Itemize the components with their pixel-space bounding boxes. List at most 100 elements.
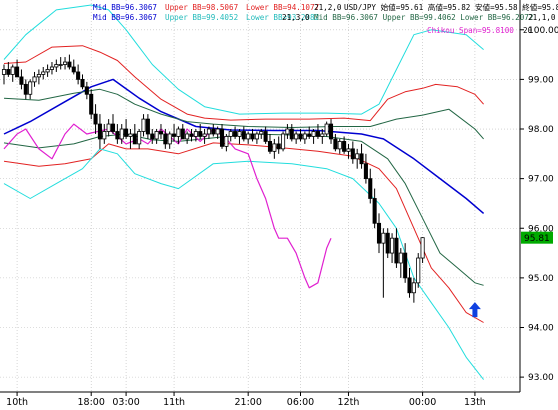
candle-body [54,64,59,68]
candle-body [237,131,242,137]
candle-body [263,131,268,142]
candle-body [80,78,85,88]
candle-body [211,128,216,135]
candle-body [76,71,81,80]
candle-body [71,66,76,73]
candle-body [368,178,373,199]
candle-body [84,86,89,95]
candle-body [49,66,54,70]
candle-body [154,131,159,140]
candle-body [189,133,194,137]
candle-body [254,133,259,140]
candle-body [167,133,172,145]
x-tick-label: 00:00 [409,397,436,408]
candle-body [294,133,299,140]
x-tick-label: 12th [338,397,360,408]
candle-body [36,74,41,78]
legend-upper-bb-2: Upper BB=99.4052 [165,13,238,22]
candle-body [342,141,347,152]
candle-body [23,83,28,95]
candle-body [89,93,94,115]
candle-body [320,133,325,137]
x-tick-label: 10th [6,397,28,408]
candle-body [63,61,68,65]
candle-body [206,128,211,135]
candle-body [390,237,395,254]
candle-body [385,232,390,254]
candle-body [45,69,50,73]
x-tick-label: 18:00 [78,397,105,408]
x-tick-label: 06:00 [287,397,314,408]
candle-body [324,123,329,135]
candle-body [302,133,307,140]
candle-body [372,198,377,224]
candle-body [289,128,294,140]
candle-body [337,141,342,150]
candle-body [363,163,368,180]
candle-body [41,71,46,75]
candle-body [215,128,220,135]
candle-body [1,69,7,75]
candle-body [420,237,425,259]
x-tick-label: 21:00 [234,397,261,408]
candle-body [376,222,382,244]
y-tick-label: 94.00 [528,323,554,333]
candle-body [307,133,312,137]
candle-body [124,128,129,137]
candle-body [276,143,281,150]
candle-body [172,133,177,137]
legend-upper-bb-1: Upper BB=98.5067 [165,3,238,12]
y-tick-label: 100.00 [528,26,558,36]
candle-body [267,141,273,152]
candle-body [128,133,133,137]
candle-body [411,282,416,294]
candle-body [15,66,20,78]
candle-body [359,153,364,165]
y-tick-label: 95.00 [528,274,554,284]
candle-body [137,131,142,145]
candle-body [145,118,150,135]
candle-body [158,131,164,135]
candle-body [180,128,185,140]
legend-quote: USD/JPY 始値=95.61 高値=95.82 安値=95.58 終値=95… [344,2,558,12]
y-tick-label: 93.00 [528,373,554,383]
candle-body [285,128,290,135]
candle-body [32,76,37,83]
candle-body [93,113,98,125]
candle-body [403,252,408,279]
candle-body [176,128,181,137]
candle-body [58,64,63,66]
candle-body [272,143,277,152]
legend-chikou-params: 20 [523,26,533,35]
x-tick-label: 11th [163,397,185,408]
legend-bb1-quote: Mid BB=96.3067 Upper BB=99.4062 Lower BB… [314,13,533,22]
candle-body [298,133,303,140]
y-tick-label: 98.00 [528,125,554,135]
candle-body [193,131,198,137]
y-tick-label: 97.00 [528,175,554,185]
candle-body [333,138,338,150]
candle-body [311,131,316,137]
legend-params-1: 21,2,0 [314,3,342,12]
chart-panel: 100.00 99.00 98.00 97.00 96.00 95.00 94.00 93.0… [0,0,558,410]
legend-params-3: 21,1,0 [528,13,556,22]
candle-body [250,133,255,140]
candle-body [119,128,124,140]
candle-body [185,133,190,140]
candle-body [202,133,207,137]
candle-body [355,153,360,160]
candle-body [259,131,264,135]
candle-body [241,131,246,140]
candle-body [281,133,286,150]
candle-body [6,69,11,75]
price-tag-label: 95.81 [524,234,550,244]
candle-body [219,128,225,147]
x-tick-label: 13th [464,397,486,408]
candle-body [150,133,155,140]
candle-body [132,133,137,145]
legend-chikou: Chikou Span=95.8100 [427,26,514,35]
legend-mid-bb-2: Mid BB=96.3067 [93,13,157,22]
candle-body [102,131,107,140]
candle-body [10,66,15,75]
candle-body [246,133,251,140]
